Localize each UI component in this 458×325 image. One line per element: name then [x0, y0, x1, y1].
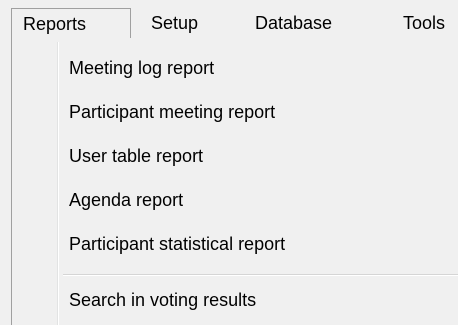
menu-bar: Reports Setup Database Tools [0, 0, 458, 38]
menu-item-participant-statistical-report[interactable]: Participant statistical report [69, 229, 285, 259]
menu-separator-highlight [63, 275, 458, 276]
menu-setup[interactable]: Setup [151, 8, 198, 38]
menu-item-search-in-voting-results[interactable]: Search in voting results [69, 285, 256, 315]
menu-item-participant-meeting-report[interactable]: Participant meeting report [69, 97, 275, 127]
menu-database[interactable]: Database [255, 8, 332, 38]
menu-gutter-highlight [58, 42, 59, 325]
menu-tools[interactable]: Tools [403, 8, 445, 38]
reports-dropdown-menu: Meeting log report Participant meeting r… [11, 38, 458, 325]
menu-item-agenda-report[interactable]: Agenda report [69, 185, 183, 215]
menu-reports[interactable]: Reports [11, 8, 131, 38]
menu-item-meeting-log-report[interactable]: Meeting log report [69, 53, 214, 83]
menu-item-user-table-report[interactable]: User table report [69, 141, 203, 171]
